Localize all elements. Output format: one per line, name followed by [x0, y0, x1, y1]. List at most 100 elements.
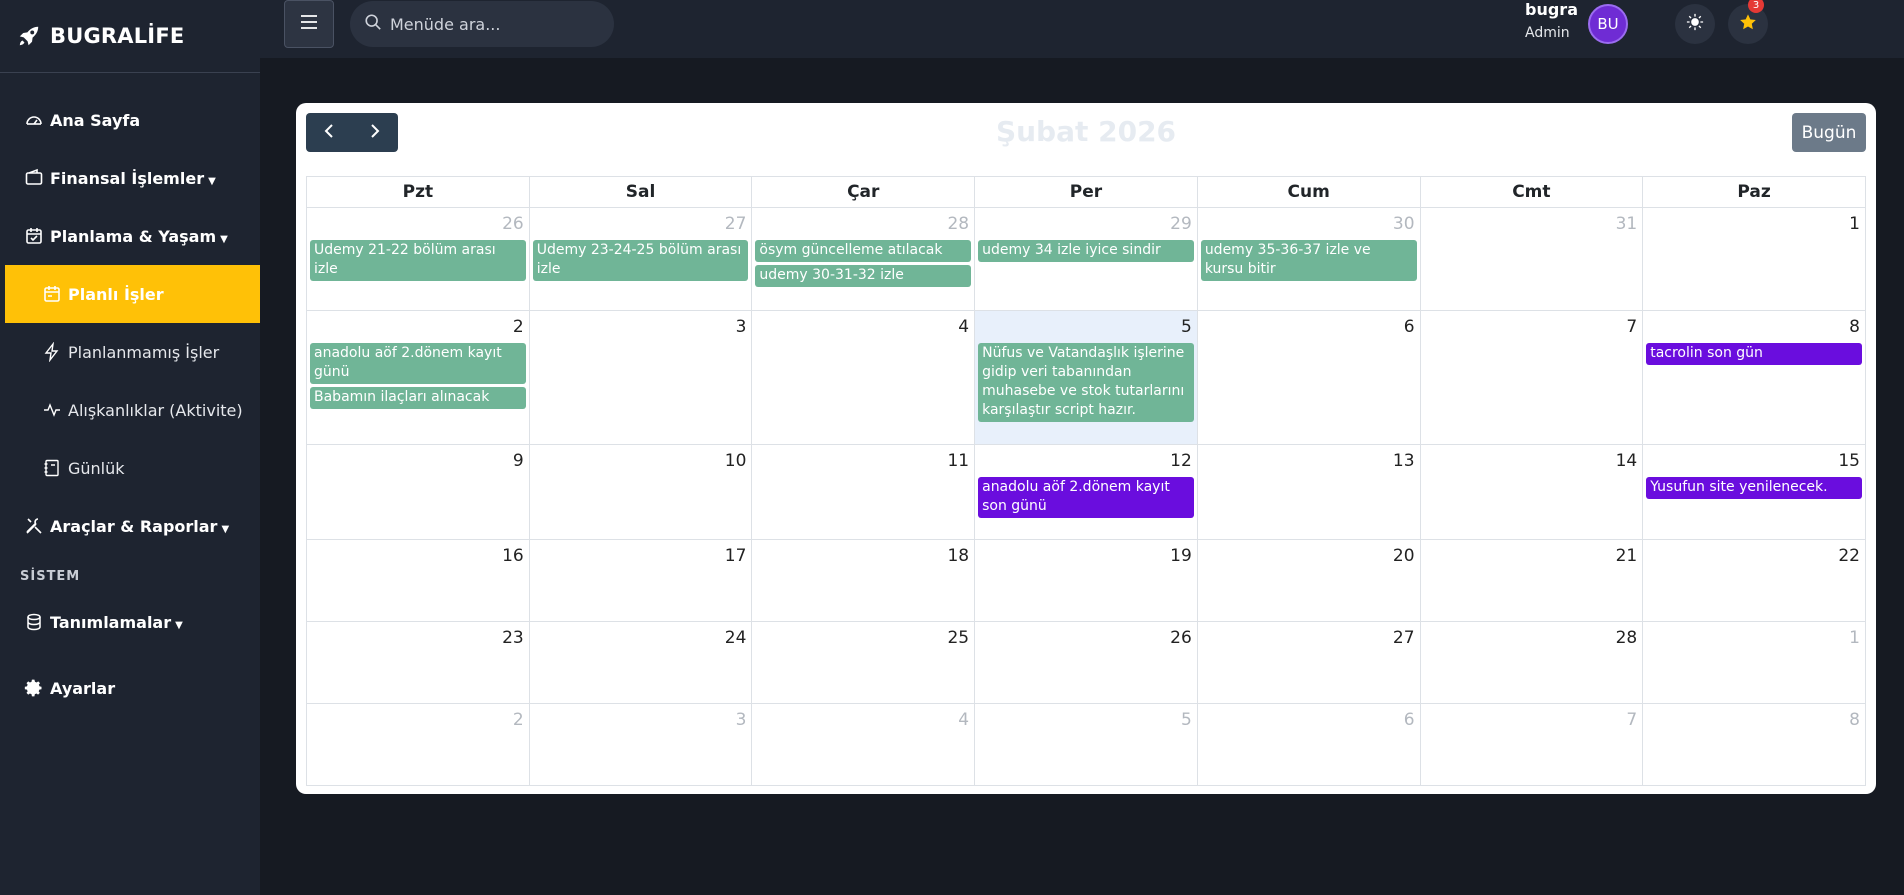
day-number[interactable]: 28 [1424, 622, 1640, 654]
day-number[interactable]: 4 [755, 704, 971, 736]
search-input[interactable] [390, 14, 590, 34]
day-number[interactable]: 23 [310, 622, 526, 654]
day-number[interactable]: 10 [533, 445, 749, 477]
calendar-event[interactable]: Babamın ilaçları alınacak [310, 387, 526, 409]
day-number[interactable]: 6 [1201, 704, 1417, 736]
day-number[interactable]: 8 [1646, 704, 1862, 736]
next-month-button[interactable] [352, 113, 398, 152]
calendar-day-cell[interactable]: 5 Nüfus ve Vatandaşlık işlerine gidip ver… [974, 310, 1198, 445]
calendar-day-cell[interactable]: 19 [974, 539, 1198, 622]
sidebar-item-planlanmamis-isler[interactable]: Planlanmamış İşler [0, 323, 260, 381]
day-number[interactable]: 5 [978, 704, 1194, 736]
sidebar-item-araclar-raporlar[interactable]: Araçlar & Raporlar ▼ [0, 497, 260, 555]
day-number[interactable]: 8 [1646, 311, 1862, 343]
calendar-day-cell[interactable]: 14 [1419, 444, 1644, 540]
calendar-day-cell[interactable]: 1 [1642, 207, 1866, 311]
day-number[interactable]: 9 [310, 445, 526, 477]
calendar-day-cell[interactable]: 31 [1419, 207, 1644, 311]
calendar-event[interactable]: udemy 35-36-37 izle ve kursu bitir [1200, 240, 1417, 281]
calendar-day-cell[interactable]: 23 [306, 621, 530, 704]
calendar-event[interactable]: anadolu aöf 2.dönem kayıt günü [310, 343, 526, 384]
calendar-day-cell[interactable]: 4 [751, 310, 976, 445]
day-number[interactable]: 3 [533, 704, 749, 736]
favorites-button[interactable]: 3 [1728, 0, 1768, 44]
day-number[interactable]: 7 [1424, 704, 1640, 736]
calendar-day-cell[interactable]: 10 [528, 444, 753, 540]
calendar-day-cell[interactable]: 29 udemy 34 izle iyice sindir [974, 207, 1198, 311]
calendar-day-cell[interactable]: 26 Udemy 21-22 bölüm arası izle [306, 207, 530, 311]
calendar-day-cell[interactable]: 25 [751, 621, 976, 704]
calendar-day-cell[interactable]: 5 [974, 703, 1198, 786]
calendar-day-cell[interactable]: 8 tacrolin son gün [1642, 310, 1866, 445]
calendar-day-cell[interactable]: 13 [1196, 444, 1421, 540]
day-number[interactable]: 25 [755, 622, 971, 654]
sidebar-item-planli-isler[interactable]: Planlı İşler [5, 265, 260, 323]
calendar-day-cell[interactable]: 20 [1196, 539, 1421, 622]
menu-toggle-button[interactable] [284, 0, 334, 48]
avatar[interactable]: BU [1588, 4, 1628, 44]
calendar-day-cell[interactable]: 8 [1642, 703, 1866, 786]
day-number[interactable]: 28 [755, 208, 971, 240]
day-number[interactable]: 2 [310, 704, 526, 736]
calendar-event[interactable]: Nüfus ve Vatandaşlık işlerine gidip veri… [978, 343, 1194, 422]
calendar-day-cell[interactable]: 7 [1419, 703, 1644, 786]
calendar-day-cell[interactable]: 11 [751, 444, 976, 540]
calendar-day-cell[interactable]: 12 anadolu aöf 2.dönem kayıt son günü [974, 444, 1198, 540]
day-number[interactable]: 21 [1424, 540, 1640, 572]
day-number[interactable]: 27 [533, 208, 749, 240]
calendar-day-cell[interactable]: 16 [306, 539, 530, 622]
sidebar-item-gunluk[interactable]: Günlük [0, 439, 260, 497]
day-number[interactable]: 6 [1201, 311, 1417, 343]
sidebar-item-aliskanliklar[interactable]: Alışkanlıklar (Aktivite) [0, 381, 260, 439]
calendar-day-cell[interactable]: 3 [528, 310, 753, 445]
calendar-event[interactable]: udemy 34 izle iyice sindir [978, 240, 1194, 262]
calendar-day-cell[interactable]: 26 [974, 621, 1198, 704]
sidebar-item-ana-sayfa[interactable]: Ana Sayfa [0, 91, 260, 149]
day-number[interactable]: 19 [978, 540, 1194, 572]
day-number[interactable]: 16 [310, 540, 526, 572]
calendar-day-cell[interactable]: 2 [306, 703, 530, 786]
sidebar-item-planlama-yasam[interactable]: Planlama & Yaşam ▼ [0, 207, 260, 265]
calendar-day-cell[interactable]: 28 [1419, 621, 1644, 704]
day-number[interactable]: 20 [1201, 540, 1417, 572]
day-number[interactable]: 22 [1646, 540, 1862, 572]
prev-month-button[interactable] [306, 113, 352, 152]
search-box[interactable] [350, 1, 614, 47]
calendar-day-cell[interactable]: 15 Yusufun site yenilenecek. [1642, 444, 1866, 540]
day-number[interactable]: 18 [755, 540, 971, 572]
calendar-day-cell[interactable]: 7 [1419, 310, 1644, 445]
calendar-day-cell[interactable]: 4 [751, 703, 976, 786]
calendar-event[interactable]: udemy 30-31-32 izle [755, 265, 972, 287]
day-number[interactable]: 31 [1424, 208, 1640, 240]
calendar-day-cell[interactable]: 1 [1642, 621, 1866, 704]
day-number[interactable]: 5 [978, 311, 1194, 343]
day-number[interactable]: 1 [1646, 208, 1862, 240]
day-number[interactable]: 15 [1646, 445, 1862, 477]
calendar-event[interactable]: Udemy 23-24-25 bölüm arası izle [532, 240, 749, 281]
calendar-event[interactable]: ösym güncelleme atılacak [755, 240, 972, 262]
calendar-day-cell[interactable]: 30 udemy 35-36-37 izle ve kursu bitir [1196, 207, 1421, 311]
day-number[interactable]: 7 [1424, 311, 1640, 343]
calendar-event[interactable]: Udemy 21-22 bölüm arası izle [310, 240, 526, 281]
calendar-day-cell[interactable]: 22 [1642, 539, 1866, 622]
calendar-day-cell[interactable]: 18 [751, 539, 976, 622]
day-number[interactable]: 1 [1646, 622, 1862, 654]
day-number[interactable]: 29 [978, 208, 1194, 240]
calendar-event[interactable]: anadolu aöf 2.dönem kayıt son günü [978, 477, 1194, 518]
calendar-day-cell[interactable]: 6 [1196, 310, 1421, 445]
day-number[interactable]: 14 [1424, 445, 1640, 477]
day-number[interactable]: 4 [755, 311, 971, 343]
calendar-day-cell[interactable]: 24 [528, 621, 753, 704]
day-number[interactable]: 3 [533, 311, 749, 343]
calendar-day-cell[interactable]: 21 [1419, 539, 1644, 622]
user-name[interactable]: bugra [1525, 0, 1578, 19]
sidebar-item-tanimlamalar[interactable]: Tanımlamalar ▼ [0, 593, 260, 651]
today-button[interactable]: Bugün [1792, 113, 1866, 152]
day-number[interactable]: 12 [978, 445, 1194, 477]
calendar-day-cell[interactable]: 17 [528, 539, 753, 622]
day-number[interactable]: 27 [1201, 622, 1417, 654]
day-number[interactable]: 24 [533, 622, 749, 654]
calendar-day-cell[interactable]: 27 [1196, 621, 1421, 704]
calendar-day-cell[interactable]: 27 Udemy 23-24-25 bölüm arası izle [528, 207, 753, 311]
day-number[interactable]: 26 [310, 208, 526, 240]
